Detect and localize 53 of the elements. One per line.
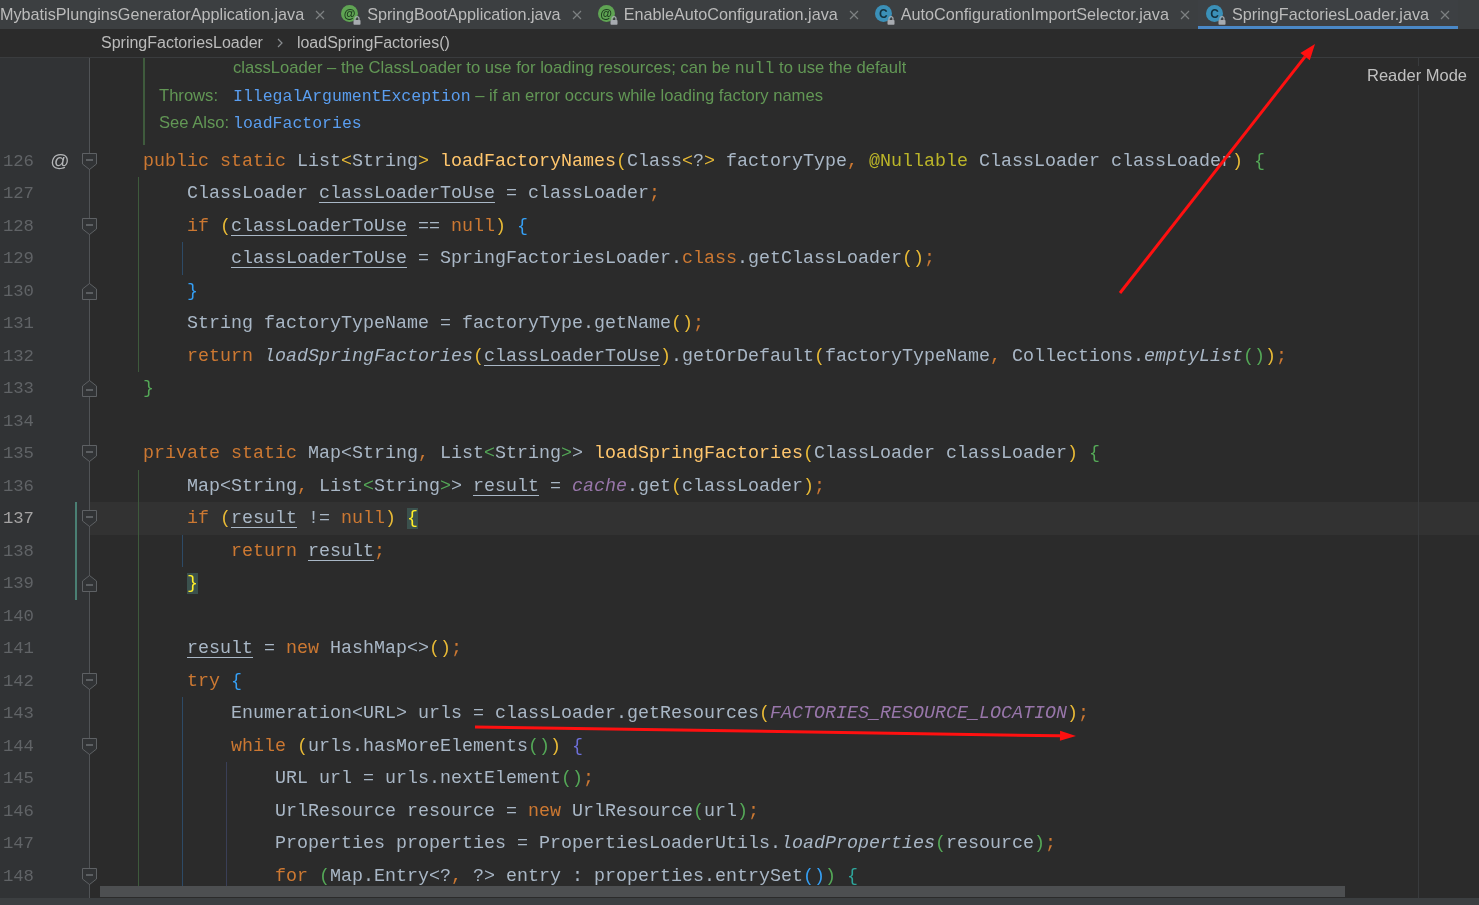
doc-link[interactable]: IllegalArgumentException (233, 86, 471, 106)
code-line: while (urls.hasMoreElements()) { (231, 735, 583, 757)
code-line: } (187, 280, 198, 302)
code-line: return loadSpringFactories(classLoaderToUse).getOrDefault(factoryTypeName, Collections.emptyList()); (187, 345, 1287, 367)
close-icon[interactable] (1440, 9, 1451, 20)
doc-label: See Also: (159, 113, 230, 133)
fold-end-icon[interactable] (82, 575, 97, 593)
fold-end-icon[interactable] (82, 380, 97, 398)
close-icon[interactable] (315, 9, 326, 20)
doc-text: IllegalArgumentException – if an error occurs while loading factory names (233, 85, 823, 106)
breadcrumb-item[interactable]: SpringFactoriesLoader (101, 34, 263, 52)
fold-start-icon[interactable] (82, 217, 97, 235)
code-line: if (result != null) { (187, 508, 418, 529)
fold-start-icon[interactable] (82, 672, 97, 690)
change-marker[interactable] (75, 502, 77, 535)
code-line: if (classLoaderToUse == null) { (187, 215, 528, 237)
gutter-marker[interactable]: @ (50, 150, 70, 172)
code-line: Map<String, List<String>> result = cache.get(classLoader); (187, 475, 825, 497)
class-file-icon: C (1205, 5, 1223, 22)
line-number: 137 (1, 509, 34, 528)
code-line: Enumeration<URL> urls = classLoader.getResources(FACTORIES_RESOURCE_LOCATION); (231, 703, 1089, 724)
at-sign-file-icon: @ (341, 5, 359, 22)
code-line: ClassLoader classLoaderToUse = classLoader; (187, 183, 660, 204)
scrollbar-thumb[interactable] (100, 886, 1345, 897)
code-line: for (Map.Entry<?, ?> entry : properties.entrySet()) { (275, 865, 858, 887)
chevron-right-icon (276, 38, 283, 48)
code-line: } (143, 378, 154, 399)
fold-start-icon[interactable] (82, 152, 97, 170)
fold-start-icon[interactable] (82, 445, 97, 463)
at-sign-file-icon: @ (597, 5, 615, 22)
code-line: String factoryTypeName = factoryType.getName(); (187, 313, 704, 334)
code-line: URL url = urls.nextElement(); (275, 768, 594, 789)
class-file-icon: C (874, 5, 892, 22)
fold-start-icon[interactable] (82, 737, 97, 755)
code-line: Properties properties = PropertiesLoaderUtils.loadProperties(resource); (275, 833, 1056, 854)
code-line: classLoaderToUse = SpringFactoriesLoader.class.getClassLoader(); (231, 248, 935, 269)
fold-start-icon[interactable] (82, 510, 97, 528)
fold-start-icon[interactable] (82, 867, 97, 885)
code-line: try { (187, 670, 242, 692)
code-line: UrlResource resource = new UrlResource(url); (275, 800, 759, 822)
close-icon[interactable] (571, 9, 582, 20)
close-icon[interactable] (1179, 9, 1190, 20)
code-line: return result; (231, 540, 385, 562)
code-line: private static Map<String, List<String>> loadSpringFactories(ClassLoader classLoader) { (143, 443, 1100, 464)
change-marker[interactable] (75, 567, 77, 600)
fold-end-icon[interactable] (82, 282, 97, 300)
doc-text: classLoader – the ClassLoader to use for loading resources; can be null to use the default (233, 58, 907, 78)
close-icon[interactable] (848, 9, 859, 20)
doc-link[interactable]: loadFactories (233, 114, 362, 133)
doc-label: Throws: (159, 85, 218, 106)
change-marker[interactable] (75, 534, 77, 568)
breadcrumb-item[interactable]: loadSpringFactories() (296, 34, 450, 52)
code-line: result = new HashMap<>(); (187, 638, 462, 659)
